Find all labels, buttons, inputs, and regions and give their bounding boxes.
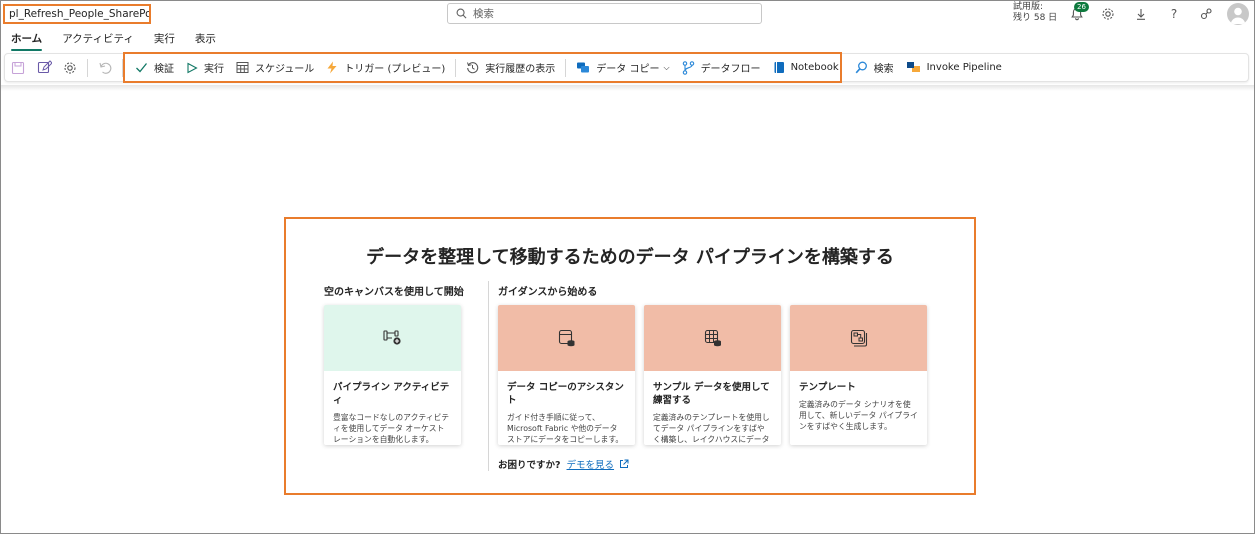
invoke-pipeline-button[interactable]: Invoke Pipeline bbox=[900, 55, 1008, 81]
card-title: データ コピーのアシスタント bbox=[507, 382, 624, 406]
external-link-icon[interactable] bbox=[619, 459, 629, 469]
card-title: テンプレート bbox=[799, 382, 856, 393]
watch-demo-link[interactable]: デモを見る bbox=[567, 457, 615, 471]
download-icon[interactable] bbox=[1133, 6, 1149, 22]
get-started-panel: データを整理して移動するためのデータ パイプラインを構築する 空のキャンバスを使… bbox=[284, 217, 976, 495]
toolbar-shadow bbox=[1, 85, 1254, 91]
avatar[interactable] bbox=[1227, 3, 1249, 25]
invoke-pipeline-label: Invoke Pipeline bbox=[926, 62, 1002, 73]
card-description: 定義済みのテンプレートを使用してデータ パイプラインをすばやく構築し、レイクハウ… bbox=[653, 413, 770, 444]
search-input[interactable]: 検索 bbox=[447, 3, 762, 24]
ribbon-divider bbox=[87, 58, 88, 77]
search-icon bbox=[456, 8, 467, 19]
card-description: ガイド付き手順に従って、Microsoft Fabric や他のデータ ストアに… bbox=[507, 413, 624, 444]
card-header bbox=[644, 305, 781, 371]
invoke-pipeline-icon bbox=[906, 62, 920, 72]
pipeline-name-label: pl_Refresh_People_SharePoint bbox=[9, 8, 151, 20]
tab-home[interactable]: ホーム bbox=[1, 31, 52, 51]
notification-badge: 26 bbox=[1074, 2, 1089, 12]
trial-days-left: 残り 58 日 bbox=[1013, 13, 1058, 23]
card-description: 豊富なコードなしのアクティビティを使用してデータ オーケストレーションを自動化し… bbox=[333, 413, 450, 444]
pipeline-name-dropdown[interactable]: pl_Refresh_People_SharePoint ⌵ bbox=[3, 4, 151, 24]
lookup-icon bbox=[855, 61, 867, 74]
card-pipeline-activity[interactable]: パイプライン アクティビティ 豊富なコードなしのアクティビティを使用してデータ … bbox=[324, 305, 461, 445]
card-header bbox=[790, 305, 927, 371]
blank-canvas-heading: 空のキャンバスを使用して開始 bbox=[324, 287, 464, 298]
page-title: データを整理して移動するためのデータ パイプラインを構築する bbox=[366, 247, 894, 268]
search-placeholder: 検索 bbox=[473, 8, 494, 20]
ribbon-toolbar: 検証 実行 スケジュール トリガー (プレビュー) 実行履歴の表示 データ コピ… bbox=[4, 52, 1249, 83]
card-title: パイプライン アクティビティ bbox=[333, 382, 450, 406]
template-icon bbox=[850, 329, 867, 347]
trial-label: 試用版: bbox=[1013, 2, 1044, 12]
sample-data-icon bbox=[704, 329, 721, 347]
undo-icon[interactable] bbox=[92, 55, 118, 81]
top-bar: pl_Refresh_People_SharePoint ⌵ 検索 試用版: 残… bbox=[1, 1, 1254, 29]
settings-icon[interactable] bbox=[57, 55, 83, 81]
tab-view[interactable]: 表示 bbox=[185, 31, 226, 51]
ribbon-tabs: ホーム アクティビティ 実行 表示 bbox=[1, 31, 226, 51]
save-icon[interactable] bbox=[5, 55, 31, 81]
lookup-label: 検索 bbox=[873, 64, 894, 75]
edit-properties-icon[interactable] bbox=[31, 55, 57, 81]
lookup-button[interactable]: 検索 bbox=[849, 55, 900, 81]
card-sample-data[interactable]: サンプル データを使用して練習する 定義済みのテンプレートを使用してデータ パイ… bbox=[644, 305, 781, 445]
section-divider bbox=[488, 281, 489, 471]
person-icon bbox=[1230, 7, 1246, 24]
pipeline-activity-icon bbox=[382, 330, 401, 345]
card-header bbox=[324, 305, 461, 371]
help-icon[interactable]: ? bbox=[1166, 6, 1182, 22]
help-question: お困りですか? bbox=[498, 460, 561, 471]
gear-icon[interactable] bbox=[1100, 6, 1116, 22]
share-icon[interactable] bbox=[1198, 6, 1214, 22]
highlighted-actions-frame bbox=[123, 52, 842, 83]
tab-run[interactable]: 実行 bbox=[144, 31, 185, 51]
copy-assistant-icon bbox=[558, 329, 574, 347]
card-templates[interactable]: テンプレート 定義済みのデータ シナリオを使用して、新しいデータ パイプラインを… bbox=[790, 305, 927, 445]
card-title: サンプル データを使用して練習する bbox=[653, 382, 770, 406]
help-line: お困りですか? デモを見る bbox=[498, 457, 629, 471]
card-copy-data-assistant[interactable]: データ コピーのアシスタント ガイド付き手順に従って、Microsoft Fab… bbox=[498, 305, 635, 445]
card-header bbox=[498, 305, 635, 371]
tab-activities[interactable]: アクティビティ bbox=[52, 31, 144, 51]
trial-status[interactable]: 試用版: 残り 58 日 bbox=[1013, 2, 1057, 24]
guidance-heading: ガイダンスから始める bbox=[498, 287, 598, 298]
card-description: 定義済みのデータ シナリオを使用して、新しいデータ パイプラインをすばやく生成し… bbox=[799, 400, 918, 431]
